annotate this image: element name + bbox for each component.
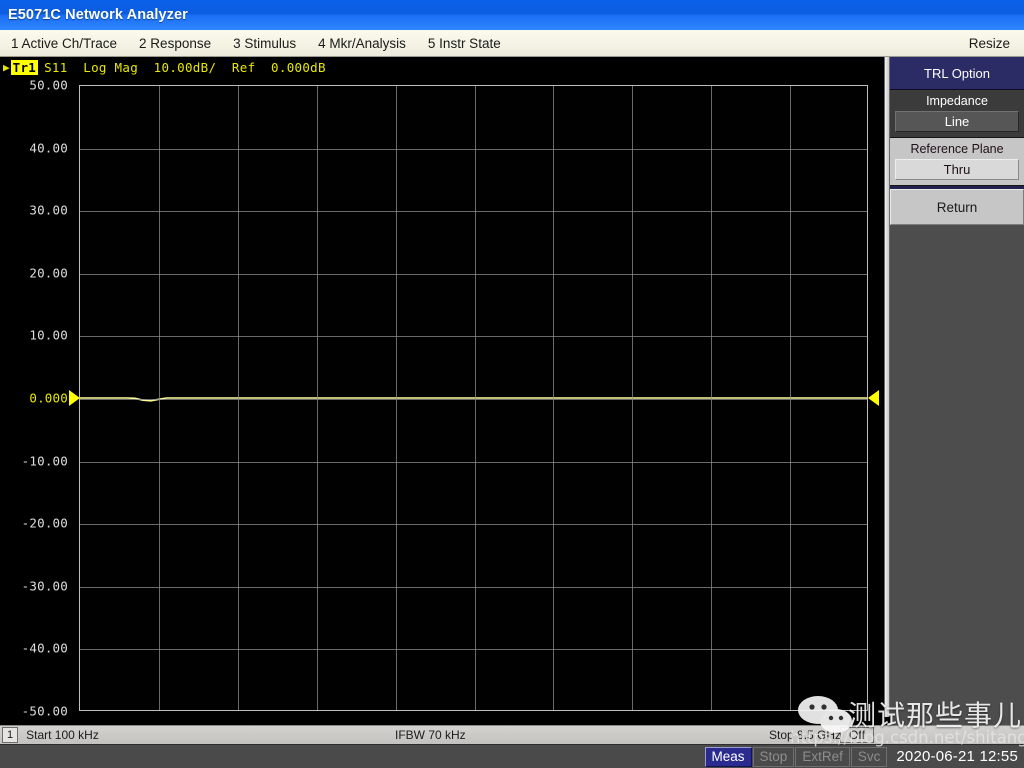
softkey-reference-plane[interactable]: Reference Plane Thru [890,138,1024,186]
window-titlebar: E5071C Network Analyzer [0,0,1024,30]
gridline-vertical [158,86,160,710]
menu-item-stimulus[interactable]: 3 Stimulus [222,34,307,53]
y-axis-tick-label: 20.00 [29,265,68,281]
gridline-horizontal [80,524,867,526]
network-analyzer-window: E5071C Network Analyzer 1 Active Ch/Trac… [0,0,1024,768]
y-axis-tick-label: 50.00 [29,77,68,93]
y-axis-tick-label: -50.00 [21,703,68,719]
gridline-horizontal [80,399,867,400]
menu-item-instr-state[interactable]: 5 Instr State [417,34,512,53]
softkey-impedance-label: Impedance [926,94,988,108]
gridline-vertical [237,86,239,710]
bottom-cell-extref[interactable]: ExtRef [795,746,850,767]
menu-item-active-ch-trace[interactable]: 1 Active Ch/Trace [0,34,128,53]
gridline-horizontal [80,586,867,588]
gridline-vertical [553,86,555,710]
y-axis-tick-label: 0.000 [29,390,68,406]
status-start-frequency[interactable]: Start 100 kHz [26,728,99,742]
y-axis-tick-label: -10.00 [21,453,68,469]
status-channel-number[interactable]: 1 [2,727,19,743]
bottom-status-bar: Meas Stop ExtRef Svc 2020-06-21 12:55 [0,744,1024,768]
y-axis-tick-label: 30.00 [29,202,68,218]
menubar: 1 Active Ch/Trace 2 Response 3 Stimulus … [0,30,1024,57]
softkey-reference-plane-label: Reference Plane [910,142,1004,156]
gridline-vertical [632,86,634,710]
menu-item-response[interactable]: 2 Response [128,34,222,53]
softkey-return-button[interactable]: Return [890,189,1024,225]
softkey-panel-title: TRL Option [890,57,1024,90]
y-axis-tick-label: -30.00 [21,578,68,594]
softkey-reference-plane-value[interactable]: Thru [895,159,1019,180]
status-bar: 1 Start 100 kHz IFBW 70 kHz Stop 8.5 GHz… [0,725,1024,744]
trace-number-badge[interactable]: Tr1 [10,60,39,75]
gridline-horizontal [80,273,867,275]
gridline-vertical [316,86,318,710]
plot-grid[interactable] [79,85,868,711]
menu-item-mkr-analysis[interactable]: 4 Mkr/Analysis [307,34,417,53]
y-axis-tick-label: -20.00 [21,515,68,531]
reference-marker-right-icon [868,390,879,406]
softkey-panel: TRL Option Impedance Line Reference Plan… [890,57,1024,725]
gridline-vertical [395,86,397,710]
gridline-vertical [474,86,476,710]
gridline-horizontal [80,461,867,463]
bottom-cell-stop[interactable]: Stop [752,746,795,767]
gridline-horizontal [80,336,867,338]
status-stop-frequency[interactable]: Stop 8.5 GHz [769,728,841,742]
gridline-vertical [790,86,792,710]
gridline-horizontal [80,649,867,651]
status-correction-state[interactable]: Off [840,727,874,743]
active-trace-arrow-icon: ▶ [3,61,10,74]
y-axis-tick-label: -40.00 [21,640,68,656]
gridline-vertical [711,86,713,710]
trace-info-bar[interactable]: ▶ Tr1 S11 Log Mag 10.00dB/ Ref 0.000dB [0,58,880,77]
trace-curve-tr1 [80,397,867,402]
resize-button[interactable]: Resize [961,34,1024,53]
y-axis-tick-label: 40.00 [29,140,68,156]
gridline-horizontal [80,211,867,213]
graph-area[interactable]: 50.00 40.00 30.00 20.00 10.00 0.000 -10.00 -20.… [0,77,880,725]
trace-format-text: S11 Log Mag 10.00dB/ Ref 0.000dB [44,60,326,75]
gridline-horizontal [80,148,867,150]
y-axis-tick-label: 10.00 [29,327,68,343]
reference-marker-left-icon [69,390,80,406]
bottom-clock: 2020-06-21 12:55 [896,748,1018,765]
softkey-impedance-value[interactable]: Line [895,111,1019,132]
window-title: E5071C Network Analyzer [8,7,188,23]
bottom-cell-meas[interactable]: Meas [704,746,752,767]
softkey-impedance[interactable]: Impedance Line [890,90,1024,138]
y-axis-labels: 50.00 40.00 30.00 20.00 10.00 0.000 -10.00 -20.… [0,78,79,719]
status-ifbw[interactable]: IFBW 70 kHz [395,728,466,742]
bottom-cell-svc[interactable]: Svc [850,746,888,767]
